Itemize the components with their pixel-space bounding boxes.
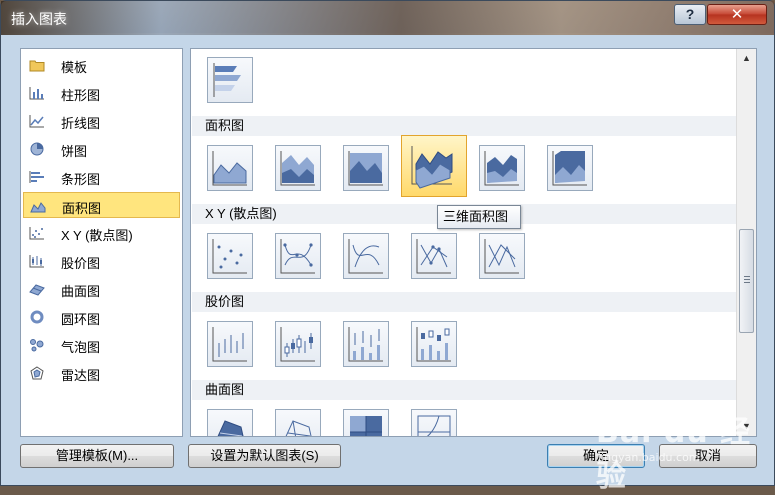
grip-line xyxy=(744,282,750,283)
stock-vohlc-icon xyxy=(416,327,451,362)
chart-thumb-area[interactable] xyxy=(207,145,253,191)
section-surface: 曲面图 xyxy=(192,380,736,400)
category-column[interactable]: 柱形图 xyxy=(23,80,180,106)
chart-thumb-stacked-area[interactable] xyxy=(275,145,321,191)
chart-thumb-scatter-straight[interactable] xyxy=(479,233,525,279)
chart-thumb-stock-vohlc[interactable] xyxy=(411,321,457,367)
scatter-smooth-markers-icon xyxy=(280,239,315,274)
section-area: 面积图 xyxy=(192,116,736,136)
doughnut-chart-icon xyxy=(30,310,44,324)
chart-thumb-3d-percent-area[interactable] xyxy=(547,145,593,191)
chart-thumb-scatter-smooth-markers[interactable] xyxy=(275,233,321,279)
area-icon xyxy=(212,151,247,186)
set-default-chart-button[interactable]: 设置为默认图表(S) xyxy=(188,444,341,468)
chart-thumb-stock-vhlc[interactable] xyxy=(343,321,389,367)
category-bubble[interactable]: 气泡图 xyxy=(23,332,180,358)
pie-chart-icon xyxy=(30,142,44,156)
chart-thumb-scatter-smooth[interactable] xyxy=(343,233,389,279)
chart-thumb-stock-hlc[interactable] xyxy=(207,321,253,367)
radar-chart-icon xyxy=(30,366,44,380)
stock-vhlc-icon xyxy=(348,327,383,362)
grip-line xyxy=(744,276,750,277)
category-surface[interactable]: 曲面图 xyxy=(23,276,180,302)
dialog-title: 插入图表 xyxy=(11,11,67,27)
gallery-scrollbar[interactable]: ▲ ▼ xyxy=(736,49,756,436)
surface-chart-icon xyxy=(29,284,45,296)
scatter-chart-icon xyxy=(29,227,44,240)
bar-3d-icon xyxy=(213,63,241,97)
chart-thumb-bar-3d[interactable] xyxy=(207,57,253,103)
line-chart-icon xyxy=(29,115,44,128)
stock-chart-icon xyxy=(29,255,44,268)
chart-thumb-contour[interactable] xyxy=(343,409,389,436)
category-line[interactable]: 折线图 xyxy=(23,108,180,134)
wireframe-surface-icon xyxy=(285,420,312,436)
title-bar: 插入图表 ? ✕ xyxy=(1,1,774,35)
percent-area-icon xyxy=(348,151,383,186)
manage-templates-button[interactable]: 管理模板(M)... xyxy=(20,444,174,468)
chart-thumb-stock-ohlc[interactable] xyxy=(275,321,321,367)
scroll-thumb[interactable] xyxy=(739,229,754,333)
section-stock: 股价图 xyxy=(192,292,736,312)
column-chart-icon xyxy=(29,87,44,100)
category-scatter[interactable]: X Y (散点图) xyxy=(23,220,180,246)
area-chart-icon xyxy=(30,202,46,213)
chart-thumb-scatter-straight-markers[interactable] xyxy=(411,233,457,279)
chart-thumb-wireframe-contour[interactable] xyxy=(411,409,457,436)
stacked-area-icon xyxy=(280,151,315,186)
scatter-smooth-icon xyxy=(348,239,383,274)
bubble-chart-icon xyxy=(30,339,44,352)
category-area[interactable]: 面积图 xyxy=(23,192,180,218)
scatter-straight-markers-icon xyxy=(416,239,451,274)
category-pie[interactable]: 饼图 xyxy=(23,136,180,162)
bar-chart-icon xyxy=(29,171,44,183)
category-stock[interactable]: 股价图 xyxy=(23,248,180,274)
stacked-area-3d-icon xyxy=(484,151,519,186)
help-button[interactable]: ? xyxy=(674,4,706,25)
chart-thumb-3d-area[interactable] xyxy=(401,135,467,197)
grip-line xyxy=(744,279,750,280)
wireframe-contour-icon xyxy=(417,415,451,436)
surface-3d-icon xyxy=(217,420,244,436)
watermark-url: jingyan.baidu.com xyxy=(598,451,700,464)
category-radar[interactable]: 雷达图 xyxy=(23,360,180,386)
contour-icon xyxy=(350,416,382,436)
stock-hlc-icon xyxy=(212,327,247,362)
stock-ohlc-icon xyxy=(280,327,315,362)
chart-type-tooltip: 三维面积图 xyxy=(437,205,521,229)
area-3d-icon xyxy=(411,146,453,189)
category-templates[interactable]: 模板 xyxy=(23,52,180,78)
baidu-watermark: Bai du 经验 jingyan.baidu.com xyxy=(586,401,766,494)
folder-icon xyxy=(29,60,45,72)
category-bar[interactable]: 条形图 xyxy=(23,164,180,190)
insert-chart-dialog: 插入图表 ? ✕ 模板 柱形图 折线图 饼图 条形图 面积图 X Y (散点图)… xyxy=(0,0,775,494)
scatter-icon xyxy=(212,239,247,274)
chart-thumb-3d-stacked-area[interactable] xyxy=(479,145,525,191)
chart-thumb-scatter[interactable] xyxy=(207,233,253,279)
chart-thumb-percent-area[interactable] xyxy=(343,145,389,191)
scroll-up-arrow-icon[interactable]: ▲ xyxy=(742,53,751,63)
close-button[interactable]: ✕ xyxy=(707,4,767,25)
scatter-straight-icon xyxy=(484,239,519,274)
chart-thumb-wireframe-surface[interactable] xyxy=(275,409,321,436)
chart-category-list: 模板 柱形图 折线图 饼图 条形图 面积图 X Y (散点图) 股价图 曲面图 … xyxy=(20,48,183,437)
percent-area-3d-icon xyxy=(552,151,587,186)
chart-gallery: 面积图 X Y (散点图) 股价图 曲面图 ▲ ▼ xyxy=(190,48,757,437)
chart-thumb-3d-surface[interactable] xyxy=(207,409,253,436)
category-doughnut[interactable]: 圆环图 xyxy=(23,304,180,330)
